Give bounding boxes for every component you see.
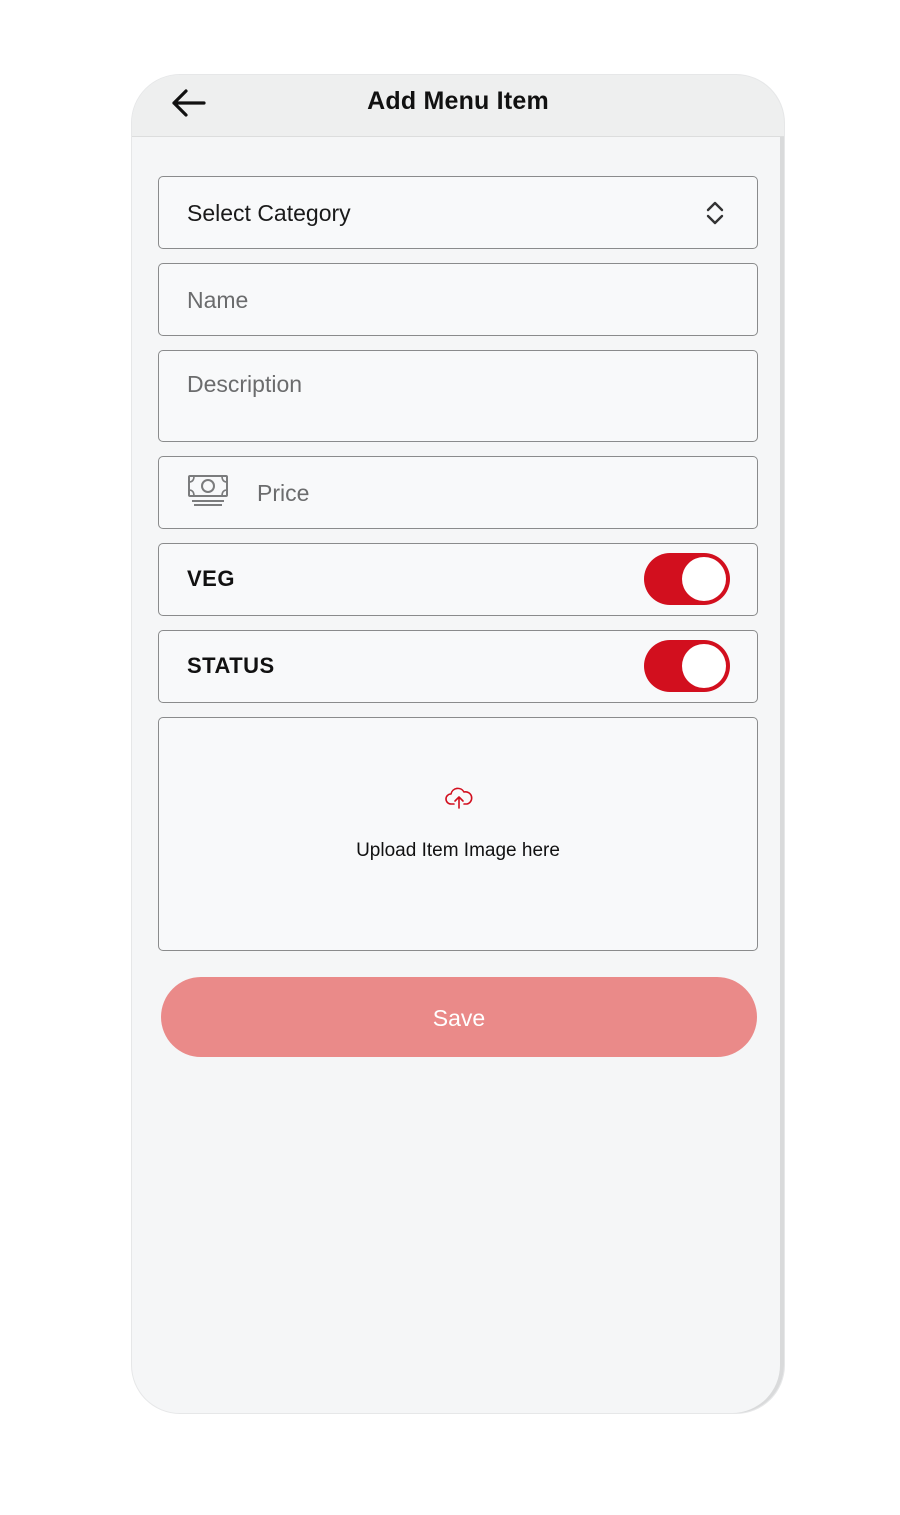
veg-toggle-knob <box>682 557 726 601</box>
price-placeholder: Price <box>257 480 310 506</box>
name-placeholder: Name <box>187 287 249 313</box>
status-row: STATUS <box>158 630 758 703</box>
phone-screen: Add Menu Item Select Category Name Descr… <box>132 75 784 1413</box>
cloud-upload-icon <box>445 787 473 809</box>
chevron-up-down-icon <box>706 201 724 225</box>
description-field[interactable]: Description <box>158 350 758 442</box>
page-title: Add Menu Item <box>367 87 549 115</box>
status-toggle-knob <box>682 644 726 688</box>
image-upload-area[interactable]: Upload Item Image here <box>158 717 758 951</box>
name-field[interactable]: Name <box>158 263 758 336</box>
status-label: STATUS <box>187 653 275 678</box>
upload-label: Upload Item Image here <box>356 840 560 861</box>
category-select-value: Select Category <box>187 200 351 226</box>
app-header: Add Menu Item <box>132 75 784 137</box>
category-select[interactable]: Select Category <box>158 176 758 249</box>
price-field[interactable]: Price <box>158 456 758 529</box>
veg-label: VEG <box>187 566 235 591</box>
save-button[interactable]: Save <box>161 977 757 1057</box>
status-toggle[interactable] <box>644 640 730 692</box>
banknote-icon <box>188 475 228 506</box>
veg-row: VEG <box>158 543 758 616</box>
veg-toggle[interactable] <box>644 553 730 605</box>
description-placeholder: Description <box>187 371 303 397</box>
